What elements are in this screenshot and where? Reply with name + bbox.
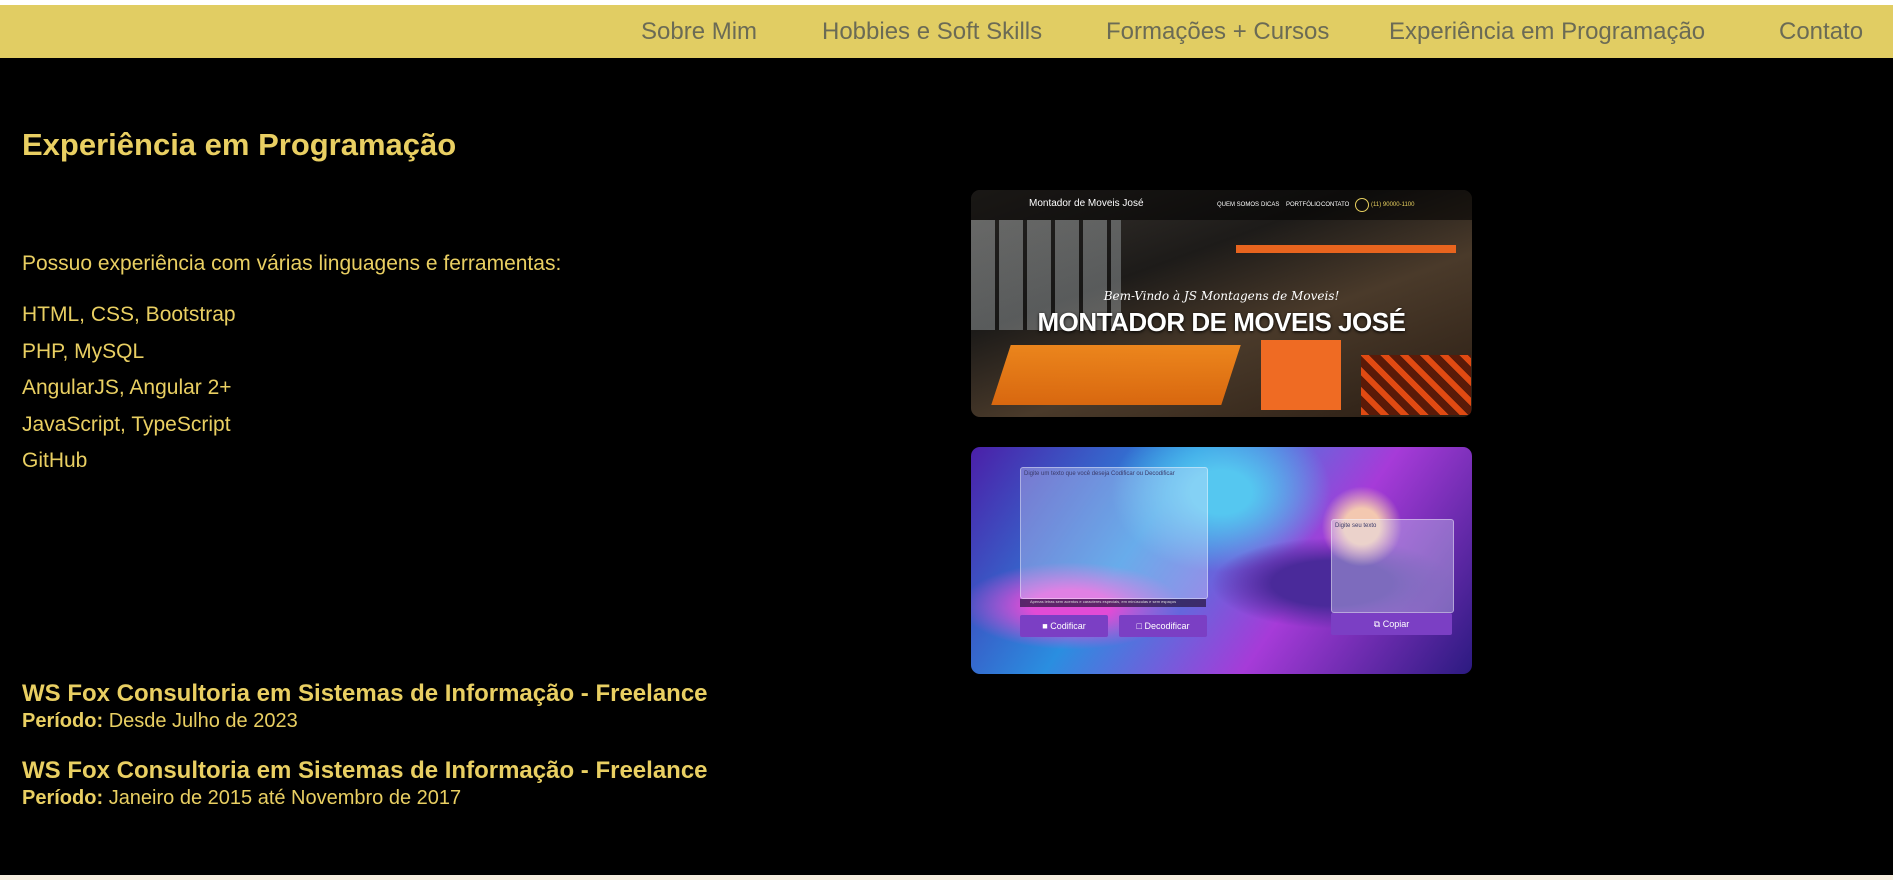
skills-list: HTML, CSS, Bootstrap PHP, MySQL AngularJ… [22,300,236,483]
thumb-nav-item: DICAS [1261,202,1280,208]
job-period-value: Desde Julho de 2023 [108,710,298,732]
thumb-nav-item: CONTATO [1321,202,1350,208]
project-thumbnail-codificador[interactable]: Digite um texto que você deseja Codifica… [971,447,1472,674]
job-period-label: Período: [22,787,104,809]
thumb-note: Apenas letras sem acentos e caracteres e… [1020,599,1206,607]
page: Sobre Mim Hobbies e Soft Skills Formaçõe… [0,0,1893,875]
thumb-output-area: Digite seu texto [1331,519,1454,613]
section-title: Experiência em Programação [22,127,457,162]
unlock-icon: □ [1136,621,1142,631]
project-thumbnail-montador[interactable]: Montador de Moveis José QUEM SOMOS DICAS… [971,190,1472,417]
top-nav: Sobre Mim Hobbies e Soft Skills Formaçõe… [0,5,1893,58]
thumb-nav-item: PORTFÓLIO [1286,202,1321,208]
thumb-input-area: Digite um texto que você deseja Codifica… [1020,467,1208,599]
job-title: WS Fox Consultoria em Sistemas de Inform… [22,757,708,784]
skill-item: PHP, MySQL [22,339,145,363]
kitchen-counter [991,345,1241,405]
thumb-brand: Montador de Moveis José [1029,198,1144,209]
thumb-phone: (11) 90000-1100 [1371,202,1415,208]
copy-icon: ⧉ [1373,619,1381,629]
skill-item: AngularJS, Angular 2+ [22,376,232,400]
thumb-encode-button: ■ Codificar [1020,615,1108,637]
skills-intro: Possuo experiência com várias linguagens… [22,252,562,275]
whatsapp-icon [1355,198,1369,212]
thumb-nav-item: QUEM SOMOS [1217,202,1260,208]
skill-item: GitHub [22,449,88,473]
job-title: WS Fox Consultoria em Sistemas de Inform… [22,680,708,707]
nav-link-experiencia[interactable]: Experiência em Programação [1389,5,1705,58]
thumb-output-placeholder: Digite seu texto [1335,523,1377,529]
job-period: Período: Janeiro de 2015 até Novembro de… [22,787,461,810]
thumb-hero-title: MONTADOR DE MOVEIS JOSÉ [1037,307,1406,337]
nav-link-contato[interactable]: Contato [1779,5,1863,58]
nav-link-formacoes[interactable]: Formações + Cursos [1106,5,1329,58]
wine-rack [1361,355,1471,415]
thumb-decode-button: □ Decodificar [1119,615,1207,637]
job-period-label: Período: [22,710,104,732]
lock-icon: ■ [1042,621,1048,631]
thumb-input-placeholder: Digite um texto que você deseja Codifica… [1024,471,1175,477]
skill-item: HTML, CSS, Bootstrap [22,303,236,326]
skill-item: JavaScript, TypeScript [22,412,231,436]
thumb-note-text: Apenas letras sem acentos e caracteres e… [1030,599,1177,604]
job-period: Período: Desde Julho de 2023 [22,710,298,733]
job-period-value: Janeiro de 2015 até Novembro de 2017 [108,787,462,809]
thumb-copy-button: ⧉ Copiar [1331,613,1452,635]
nav-link-sobre-mim[interactable]: Sobre Mim [641,5,757,58]
nav-link-hobbies[interactable]: Hobbies e Soft Skills [822,5,1042,58]
kitchen-shelf [1236,245,1456,253]
kitchen-cabinet [1261,340,1341,410]
thumb-welcome: Bem-Vindo à JS Montagens de Moveis! [1103,289,1340,303]
